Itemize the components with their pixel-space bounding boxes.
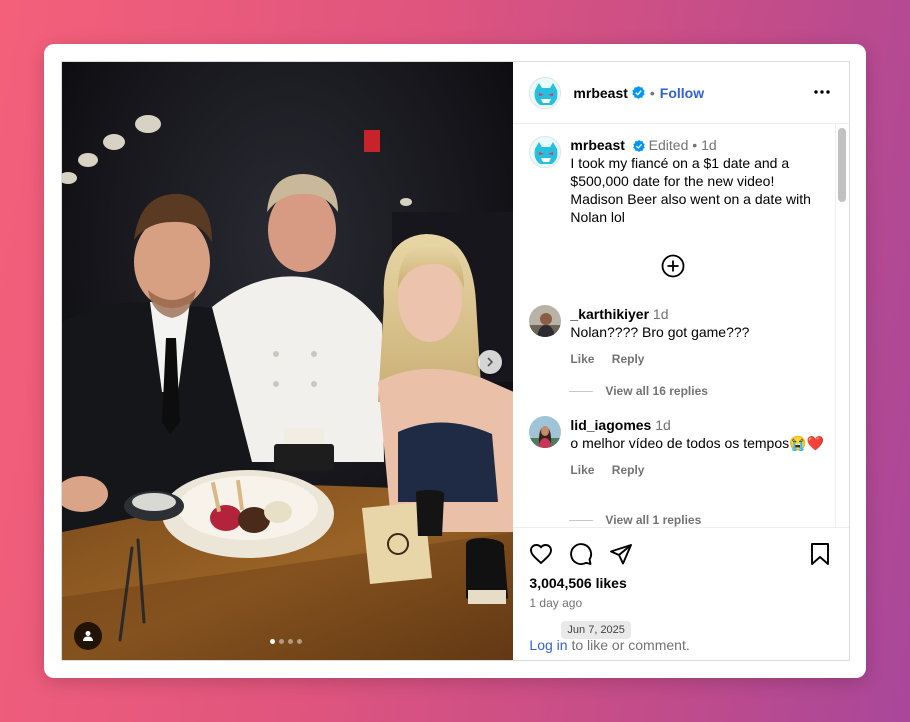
load-more-comments-button[interactable]	[661, 254, 685, 283]
commenter-avatar[interactable]	[529, 305, 562, 337]
beast-logo-icon	[534, 142, 558, 164]
instagram-post: mrbeast • Follow mrbeast Edited • 1d I t…	[61, 61, 850, 661]
header-separator: •	[649, 84, 655, 101]
comment-text: o melhor vídeo de todos os tempos😭❤️	[570, 435, 824, 451]
more-options-button[interactable]	[813, 83, 831, 106]
user-photo-icon	[529, 416, 562, 448]
post-sidebar: mrbeast • Follow mrbeast Edited • 1d I t…	[513, 62, 849, 660]
share-icon[interactable]	[609, 542, 633, 566]
replies-divider	[569, 390, 594, 392]
comment-icon[interactable]	[569, 542, 593, 566]
save-button[interactable]	[809, 542, 831, 571]
user-photo-icon	[529, 305, 562, 337]
comments-scroll-area[interactable]: mrbeast Edited • 1d I took my fiancé on …	[513, 124, 849, 527]
caption-author-avatar[interactable]	[529, 136, 562, 168]
caption-time[interactable]: 1d	[701, 137, 717, 153]
post-header: mrbeast • Follow	[513, 62, 849, 124]
view-replies-label: View all 16 replies	[605, 384, 708, 398]
user-icon	[83, 631, 93, 641]
comment-like-button[interactable]: Like	[570, 463, 594, 477]
bookmark-icon	[811, 543, 829, 565]
carousel-dot	[288, 639, 293, 644]
post-caption: mrbeast Edited • 1d I took my fiancé on …	[529, 136, 819, 226]
author-avatar[interactable]	[529, 76, 562, 109]
comment-reply-button[interactable]: Reply	[612, 463, 645, 477]
login-prompt: Log in to like or comment.	[529, 637, 689, 653]
carousel-next-button[interactable]	[478, 350, 502, 374]
caption-username[interactable]: mrbeast	[570, 137, 624, 153]
verified-badge-icon	[633, 140, 645, 152]
caption-text: I took my fiancé on a $1 date and a $500…	[570, 155, 811, 225]
photo-scene	[62, 62, 514, 660]
comment-time[interactable]: 1d	[653, 306, 669, 322]
comment-item: _karthikiyer 1d Nolan???? Bro got game??…	[529, 305, 829, 368]
comment-item: lid_iagomes 1d o melhor vídeo de todos o…	[529, 416, 829, 479]
carousel-dot	[270, 639, 275, 644]
follow-button[interactable]: Follow	[660, 85, 704, 101]
post-card: mrbeast • Follow mrbeast Edited • 1d I t…	[44, 44, 866, 678]
comment-username[interactable]: lid_iagomes	[570, 417, 651, 433]
replies-divider	[569, 519, 594, 521]
likes-count[interactable]: 3,004,506 likes	[529, 575, 626, 591]
commenter-avatar[interactable]	[529, 416, 562, 448]
login-prompt-text: to like or comment.	[567, 637, 690, 653]
comment-text: Nolan???? Bro got game???	[570, 324, 750, 340]
heart-icon[interactable]	[529, 542, 553, 566]
circle-plus-icon	[662, 254, 685, 278]
tagged-users-button[interactable]	[74, 622, 102, 650]
scrollbar-thumb[interactable]	[838, 128, 846, 202]
comment-reply-button[interactable]: Reply	[612, 352, 645, 366]
caption-dot: •	[692, 137, 698, 153]
carousel-dot	[279, 639, 284, 644]
post-photo[interactable]	[62, 62, 514, 660]
beast-logo-icon	[534, 82, 558, 105]
view-replies-button[interactable]: View all 1 replies	[569, 513, 701, 527]
comment-time[interactable]: 1d	[655, 417, 671, 433]
view-replies-button[interactable]: View all 16 replies	[569, 384, 708, 398]
chevron-right-icon	[487, 357, 494, 367]
carousel-indicator	[270, 639, 302, 644]
verified-badge-icon	[632, 86, 645, 99]
edited-label: Edited	[648, 137, 689, 153]
carousel-dot	[297, 639, 302, 644]
more-horizontal-icon	[814, 90, 830, 94]
view-replies-label: View all 1 replies	[605, 513, 702, 527]
comment-like-button[interactable]: Like	[570, 352, 594, 366]
comment-username[interactable]: _karthikiyer	[570, 306, 649, 322]
scrollbar-track[interactable]	[835, 124, 849, 527]
author-username[interactable]: mrbeast	[573, 85, 627, 101]
post-footer: 3,004,506 likes 1 day ago Log in to like…	[513, 527, 849, 660]
post-timestamp[interactable]: 1 day ago	[529, 596, 582, 610]
timestamp-tooltip: Jun 7, 2025	[561, 621, 631, 639]
login-link[interactable]: Log in	[529, 637, 567, 653]
action-bar	[529, 542, 633, 566]
